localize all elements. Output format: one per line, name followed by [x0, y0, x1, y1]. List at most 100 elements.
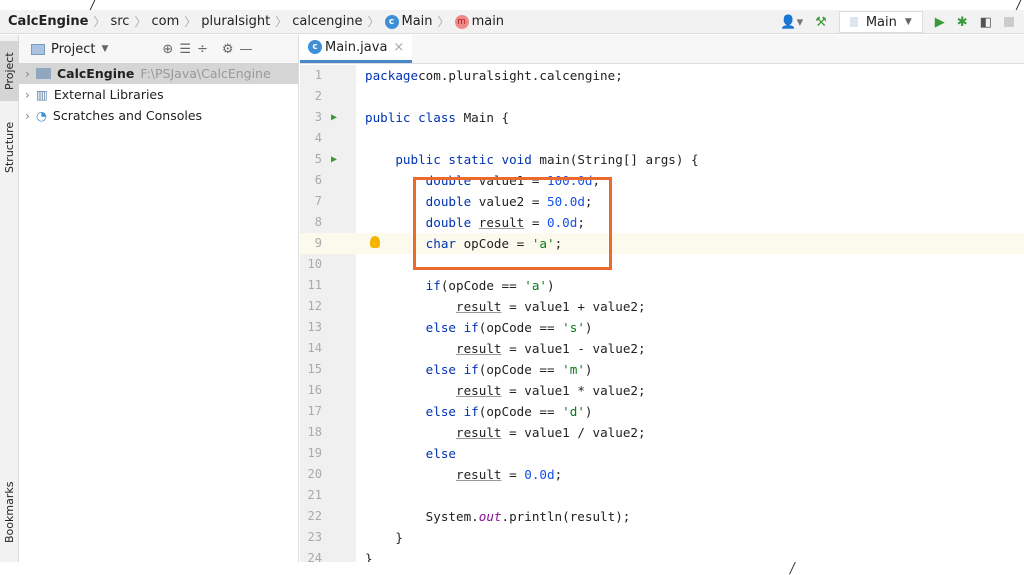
minimize-icon[interactable]: — [240, 42, 253, 57]
code-line[interactable]: 15 else if(opCode == 'm') [300, 359, 1024, 380]
code-text: packagecom.pluralsight.calcengine; [365, 65, 623, 86]
run-configuration-select[interactable]: Main ▼ [838, 11, 923, 33]
line-number: 6 [314, 173, 322, 187]
code-token: 'a' [524, 278, 547, 293]
code-text: System.out.println(result); [365, 506, 631, 527]
tool-tab-project[interactable]: Project [0, 41, 19, 101]
code-line[interactable]: 14 result = value1 - value2; [300, 338, 1024, 359]
line-number: 18 [307, 425, 322, 439]
code-text: result = 0.0d; [365, 464, 562, 485]
code-token: public class [365, 110, 456, 125]
locate-icon[interactable]: ⊕ [162, 42, 173, 57]
run-gutter-icon[interactable]: ▶ [331, 149, 337, 170]
project-view-icon [31, 43, 45, 55]
line-number: 8 [314, 215, 322, 229]
code-line[interactable]: 7 double value2 = 50.0d; [300, 191, 1024, 212]
build-hammer-icon[interactable]: ⚒ [815, 15, 827, 30]
code-line[interactable]: 12 result = value1 + value2; [300, 296, 1024, 317]
breadcrumb-pluralsight[interactable]: pluralsight [201, 14, 270, 29]
code-token: 'd' [562, 404, 585, 419]
breadcrumb-main-class[interactable]: c Main [384, 14, 433, 29]
code-line[interactable]: 5 ▶ public static void main(String[] args… [300, 149, 1024, 170]
code-line[interactable]: 19 else [300, 443, 1024, 464]
chevron-right-icon: 〉 [275, 15, 288, 29]
code-line[interactable]: 11 if(opCode == 'a') [300, 275, 1024, 296]
code-line[interactable]: 1 packagecom.pluralsight.calcengine; [300, 65, 1024, 86]
breadcrumb-calcengine[interactable]: calcengine [292, 14, 362, 29]
breadcrumb-main-method[interactable]: m main [454, 14, 504, 29]
code-line[interactable]: 22 System.out.println(result); [300, 506, 1024, 527]
code-line[interactable]: 13 else if(opCode == 's') [300, 317, 1024, 338]
code-line[interactable]: 20 result = 0.0d; [300, 464, 1024, 485]
editor-tabs: c Main.java × [300, 34, 1024, 64]
code-line[interactable]: 17 else if(opCode == 'd') [300, 401, 1024, 422]
breadcrumb-project[interactable]: CalcEngine [8, 14, 88, 29]
gear-icon[interactable]: ⚙ [222, 42, 234, 57]
navigation-bar: CalcEngine 〉 src 〉 com 〉 pluralsight 〉 calce… [0, 10, 1024, 34]
debug-bug-icon[interactable]: ✱ [957, 15, 968, 30]
chevron-right-icon: › [25, 66, 30, 81]
code-line[interactable]: 4 [300, 128, 1024, 149]
line-number: 24 [307, 551, 322, 562]
tool-tab-structure[interactable]: Structure [0, 115, 19, 180]
code-token: } [365, 551, 373, 562]
code-text: result = value1 + value2; [365, 296, 646, 317]
tree-item-path: F:\PSJava\CalcEngine [140, 66, 271, 81]
code-line[interactable]: 6 double value1 = 100.0d; [300, 170, 1024, 191]
code-token: 0.0d [524, 467, 555, 482]
code-token: ) [584, 320, 593, 335]
library-icon: ▥ [36, 87, 48, 102]
code-token: = [501, 467, 525, 482]
tool-tab-label: Structure [3, 121, 16, 174]
close-icon[interactable]: × [393, 40, 404, 55]
tree-item-label: CalcEngine [57, 66, 135, 81]
stop-icon[interactable] [1004, 17, 1014, 27]
tree-item-external-libraries[interactable]: › ▥ External Libraries [19, 84, 298, 105]
collapse-all-icon[interactable]: ÷ [197, 42, 208, 57]
run-with-coverage-icon[interactable]: ◧ [980, 15, 992, 30]
code-text: else if(opCode == 'd') [365, 401, 593, 422]
code-line[interactable]: 10 [300, 254, 1024, 275]
tool-tab-bookmarks[interactable]: Bookmarks [0, 475, 19, 550]
run-icon[interactable]: ▶ [935, 15, 945, 30]
chevron-down-icon[interactable]: ▼ [101, 44, 108, 54]
code-line[interactable]: 21 [300, 485, 1024, 506]
project-view-select[interactable]: Project [51, 42, 95, 57]
code-area[interactable]: 1 packagecom.pluralsight.calcengine; 2 3 ▶ pu… [300, 65, 1024, 562]
code-line[interactable]: 18 result = value1 / value2; [300, 422, 1024, 443]
breadcrumb-src[interactable]: src [110, 14, 129, 29]
code-token: com.pluralsight.calcengine; [418, 68, 623, 83]
main-toolbar: 👤▾ ⚒ Main ▼ ▶ ✱ ◧ [780, 10, 1014, 34]
code-token: 'm' [562, 362, 585, 377]
run-gutter-icon[interactable]: ▶ [331, 107, 337, 128]
tree-item-calcengine[interactable]: › CalcEngine F:\PSJava\CalcEngine [19, 63, 298, 84]
method-icon: m [454, 14, 469, 29]
expand-all-icon[interactable]: ☰ [179, 42, 191, 57]
line-number: 19 [307, 446, 322, 460]
code-line[interactable]: 24} [300, 548, 1024, 562]
tab-main-java[interactable]: c Main.java × [300, 34, 413, 63]
line-number: 22 [307, 509, 322, 523]
line-number: 4 [314, 131, 322, 145]
code-text: } [365, 548, 373, 562]
code-line[interactable]: 8 double result = 0.0d; [300, 212, 1024, 233]
code-text: result = value1 - value2; [365, 338, 646, 359]
code-line[interactable]: 9 char opCode = 'a'; [300, 233, 1024, 254]
breadcrumb-com[interactable]: com [151, 14, 179, 29]
chevron-right-icon: 〉 [93, 15, 106, 29]
code-line[interactable]: 16 result = value1 * value2; [300, 380, 1024, 401]
code-token: package [365, 68, 419, 83]
user-icon[interactable]: 👤▾ [780, 15, 803, 30]
code-line[interactable]: 2 [300, 86, 1024, 107]
code-line[interactable]: 23 } [300, 527, 1024, 548]
code-token: (opCode == [478, 404, 563, 419]
tree-item-scratches[interactable]: › ◔ Scratches and Consoles [19, 105, 298, 126]
run-config-label: Main [865, 14, 897, 30]
code-text: result = value1 * value2; [365, 380, 646, 401]
code-line[interactable]: 3 ▶ public class Main { [300, 107, 1024, 128]
annotation-mark [789, 561, 796, 575]
